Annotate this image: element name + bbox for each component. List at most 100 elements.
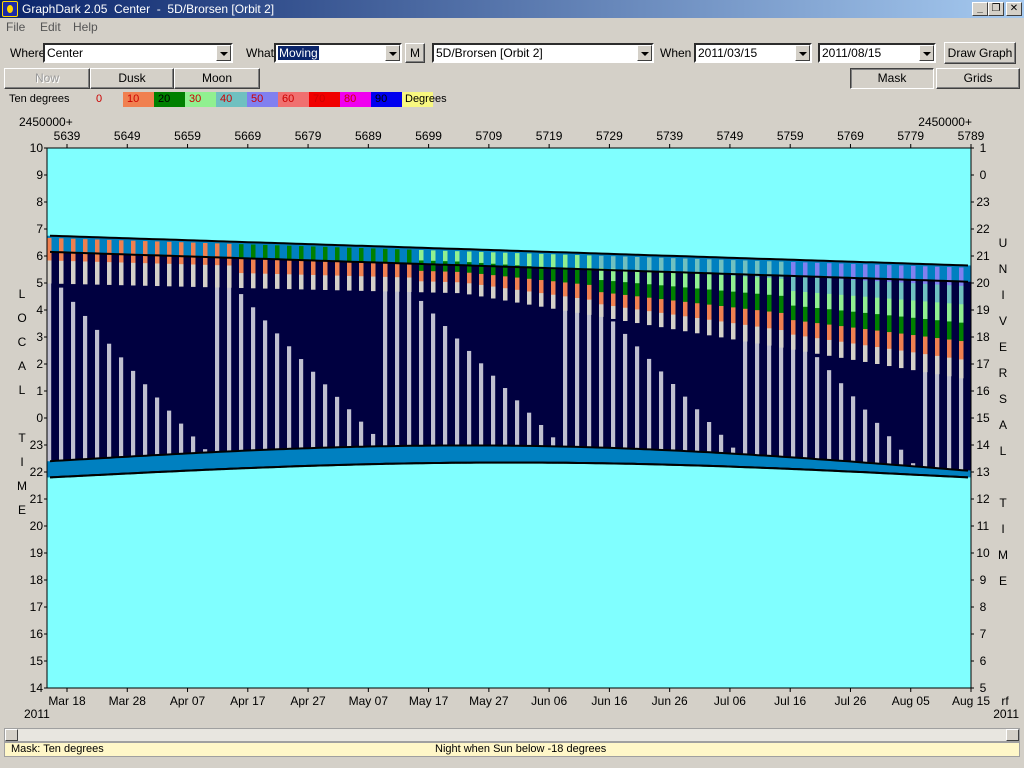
twilight-cell: [143, 455, 150, 473]
twilight-cell: [107, 457, 114, 475]
scroll-right-icon[interactable]: [1006, 729, 1019, 741]
twilight-cell: [749, 258, 756, 275]
daylight-cell: [203, 470, 210, 688]
altitude-band-bar: [575, 283, 580, 299]
jd-tick-label: 5729: [596, 129, 623, 143]
altitude-band-bar: [443, 271, 448, 283]
what-select[interactable]: Moving: [274, 43, 402, 63]
altitude-band-bar: [395, 263, 400, 278]
moonlight-bar: [515, 400, 520, 446]
altitude-band-bar: [695, 318, 700, 334]
daylight-cell: [395, 464, 402, 688]
twilight-cell: [365, 246, 372, 263]
daylight-cell: [77, 476, 84, 688]
twilight-cell: [329, 447, 336, 466]
chevron-down-icon[interactable]: [385, 45, 400, 61]
local-time-tick-label: 8: [36, 195, 43, 209]
night-cell: [617, 270, 624, 449]
chevron-down-icon[interactable]: [919, 45, 934, 61]
night-cell: [533, 267, 540, 447]
grids-button[interactable]: Grids: [936, 68, 1020, 89]
night-cell: [197, 256, 204, 453]
object-select[interactable]: 5D/Brorsen [Orbit 2]: [432, 43, 654, 63]
menu-help[interactable]: Help: [73, 20, 98, 34]
night-cell: [905, 279, 912, 466]
twilight-cell: [377, 246, 384, 263]
moonlight-bar: [599, 308, 604, 448]
local-time-tick-label: 14: [30, 681, 44, 695]
moonlight-bar: [611, 321, 616, 449]
app-icon[interactable]: [2, 1, 18, 17]
start-date-value: 2011/03/15: [698, 46, 758, 60]
altitude-band-bar: [515, 289, 520, 303]
chevron-down-icon[interactable]: [216, 45, 231, 61]
moonlight-bar: [635, 346, 640, 449]
altitude-band-bar: [599, 255, 604, 269]
twilight-cell: [155, 454, 162, 473]
night-cell: [473, 265, 480, 446]
daylight-cell: [857, 473, 864, 688]
daylight-cell: [581, 464, 588, 688]
legend-swatch: 20: [154, 92, 185, 107]
universal-time-tick-label: 0: [980, 168, 987, 182]
daylight-cell: [251, 468, 258, 688]
altitude-band-bar: [467, 283, 472, 295]
twilight-cell: [329, 244, 336, 262]
daylight-cell: [263, 468, 270, 688]
universal-time-axis-letter: V: [999, 314, 1007, 328]
altitude-band-bar: [923, 301, 928, 320]
altitude-band-bar: [887, 348, 892, 367]
end-date-select[interactable]: 2011/08/15: [818, 43, 936, 63]
restore-button[interactable]: ❐: [988, 2, 1004, 16]
chevron-down-icon[interactable]: [795, 45, 810, 61]
night-cell: [941, 280, 948, 469]
altitude-band-bar: [167, 263, 172, 287]
altitude-band-bar: [323, 261, 328, 276]
draw-graph-button[interactable]: Draw Graph: [944, 42, 1016, 64]
m-button[interactable]: M: [405, 43, 425, 63]
daylight-cell: [143, 473, 150, 688]
now-button[interactable]: Now: [4, 68, 90, 89]
daylight-cell: [83, 476, 90, 688]
moonlight-bar: [83, 315, 88, 460]
daylight-cell: [959, 478, 966, 688]
twilight-cell: [707, 452, 714, 466]
twilight-cell: [59, 460, 66, 477]
horizontal-scrollbar[interactable]: [4, 728, 1020, 742]
night-cell: [293, 259, 300, 449]
where-select[interactable]: Center: [43, 43, 233, 63]
dusk-button[interactable]: Dusk: [90, 68, 174, 89]
daylight-cell: [839, 472, 846, 688]
daylight-cell: [515, 463, 522, 688]
altitude-band-bar: [647, 311, 652, 326]
twilight-cell: [509, 250, 516, 267]
menu-file[interactable]: File: [6, 20, 25, 34]
daylight-cell: [317, 466, 324, 688]
moon-button[interactable]: Moon: [174, 68, 260, 89]
chevron-down-icon[interactable]: [637, 45, 652, 61]
jd-prefix-left: 2450000+: [19, 115, 73, 129]
altitude-band-bar: [479, 251, 484, 264]
altitude-band-bar: [239, 244, 244, 260]
start-date-select[interactable]: 2011/03/15: [694, 43, 812, 63]
twilight-cell: [815, 459, 822, 471]
twilight-cell: [581, 447, 588, 464]
night-cell: [281, 259, 288, 450]
mask-button[interactable]: Mask: [850, 68, 934, 89]
close-button[interactable]: ✕: [1006, 2, 1022, 16]
altitude-band-bar: [395, 277, 400, 292]
night-cell: [689, 272, 696, 452]
twilight-cell: [137, 455, 144, 473]
minimize-button[interactable]: _: [972, 2, 988, 16]
altitude-band-bar: [263, 259, 268, 275]
moonlight-bar: [191, 436, 196, 454]
date-tick-label: Apr 27: [290, 694, 326, 708]
scroll-left-icon[interactable]: [5, 729, 18, 741]
menu-edit[interactable]: Edit: [40, 20, 61, 34]
twilight-cell: [233, 241, 240, 258]
daylight-cell: [401, 464, 408, 688]
twilight-cell: [119, 457, 126, 474]
altitude-band-bar: [599, 304, 604, 317]
local-time-tick-label: 17: [30, 600, 44, 614]
moonlight-bar: [395, 275, 400, 446]
